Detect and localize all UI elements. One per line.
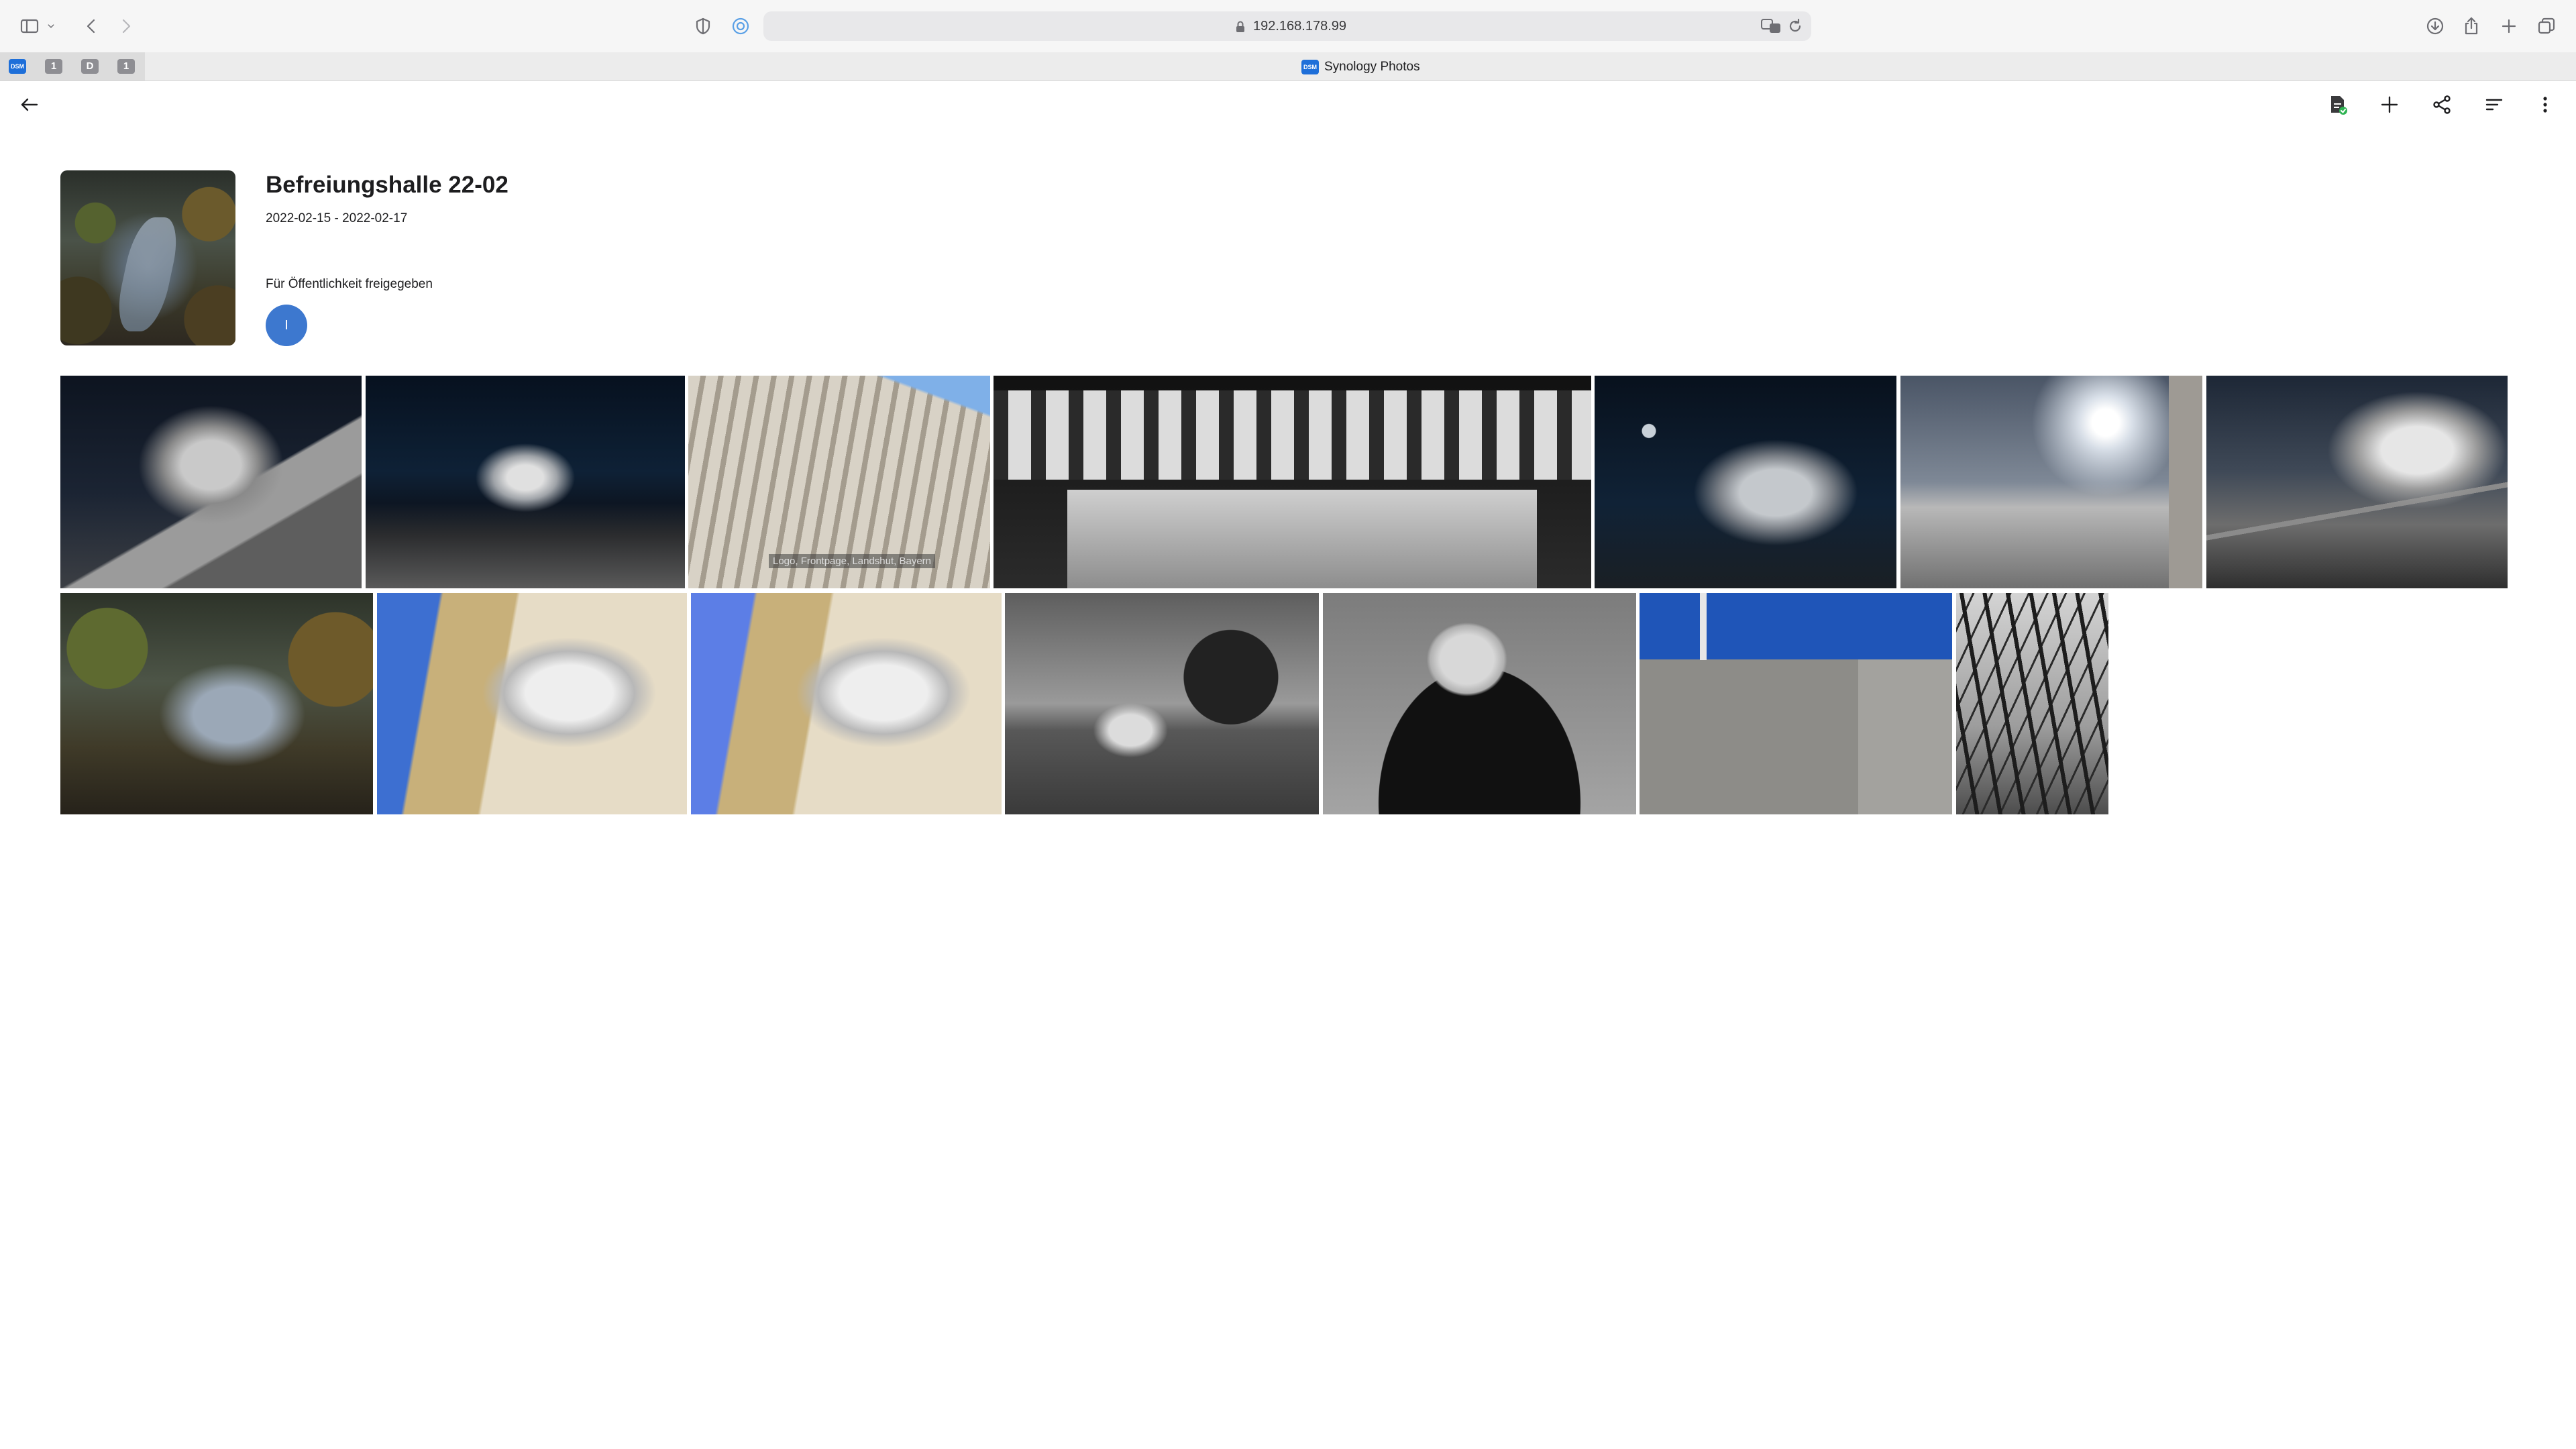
forward-icon[interactable]: [110, 11, 142, 42]
shared-user-avatar[interactable]: I: [266, 305, 307, 346]
lock-icon: [1236, 21, 1244, 32]
photo-concrete-wall-blue-sky[interactable]: [1640, 593, 1952, 814]
photo-befreiungshalle-stairs[interactable]: [2206, 376, 2508, 588]
pinned-tab-icon: DSM: [9, 59, 26, 74]
url-text: 192.168.178.99: [1253, 19, 1347, 34]
privacy-shield-icon[interactable]: [687, 11, 719, 42]
photo-sun-column-path[interactable]: [1900, 376, 2202, 588]
share-icon[interactable]: [2424, 87, 2459, 122]
photo-danube-valley[interactable]: [60, 593, 373, 814]
back-arrow-icon[interactable]: [12, 87, 47, 122]
back-icon[interactable]: [75, 11, 107, 42]
photo-colonnade-statues[interactable]: [994, 376, 1591, 588]
synology-tab-icon: DSM: [1301, 60, 1319, 74]
pinned-tab-icon: 1: [117, 59, 135, 74]
pinned-tab-1[interactable]: 1: [36, 57, 71, 76]
photo-bare-trees[interactable]: [1956, 593, 2108, 814]
reload-icon[interactable]: [1787, 18, 1803, 34]
photo-statues-blue-sky-1[interactable]: [377, 593, 687, 814]
active-tab[interactable]: DSM Synology Photos: [1301, 58, 1420, 76]
album-date-range: 2022-02-15 - 2022-02-17: [266, 211, 408, 225]
photo-befreiungshalle-moon[interactable]: [1595, 376, 1896, 588]
downloads-icon[interactable]: [2419, 11, 2451, 42]
pinned-tab-icon: 1: [45, 59, 62, 74]
pinned-tab-d[interactable]: D: [72, 57, 107, 76]
browser-toolbar: 192.168.178.99: [0, 0, 2576, 52]
tab-strip: DSM 1 D 1 DSM Synology Photos: [0, 52, 2576, 81]
photo-befreiungshalle-night-wide[interactable]: [366, 376, 685, 588]
sort-icon[interactable]: [2477, 87, 2512, 122]
active-tab-title: Synology Photos: [1324, 60, 1420, 74]
wall-edge: [2169, 376, 2202, 588]
photo-portrait-sunglasses[interactable]: [1323, 593, 1636, 814]
colonnade-base: [1067, 490, 1537, 588]
album-title: Befreiungshalle 22-02: [266, 172, 508, 198]
more-icon[interactable]: [2528, 87, 2563, 122]
photo-tree-monochrome[interactable]: [1005, 593, 1319, 814]
photo-caption: Logo, Frontpage, Landshut, Bayern: [769, 554, 936, 568]
photo-befreiungshalle-dark-1[interactable]: [60, 376, 362, 588]
share-sheet-icon[interactable]: [2455, 11, 2487, 42]
chevron-down-icon[interactable]: [43, 11, 59, 42]
sidebar-toggle-icon[interactable]: [13, 11, 46, 42]
share-status-label: Für Öffentlichkeit freigegeben: [266, 277, 433, 291]
pinned-tab-1b[interactable]: 1: [109, 57, 144, 76]
photo-facade-detail[interactable]: Logo, Frontpage, Landshut, Bayern: [688, 376, 990, 588]
add-icon[interactable]: [2372, 87, 2407, 122]
translate-icon[interactable]: [1760, 17, 1782, 36]
flagpole: [1700, 593, 1707, 660]
photo-statues-blue-sky-2[interactable]: [691, 593, 1002, 814]
new-tab-icon[interactable]: [2493, 11, 2525, 42]
address-bar[interactable]: 192.168.178.99: [763, 11, 1811, 41]
pinned-tab-dsm[interactable]: DSM: [0, 57, 35, 76]
tab-overview-icon[interactable]: [2530, 11, 2563, 42]
photo-upload-status-icon[interactable]: [2320, 87, 2355, 122]
pinned-tab-icon: D: [81, 59, 99, 74]
album-cover-image[interactable]: [60, 170, 235, 345]
extension-icon[interactable]: [724, 11, 757, 42]
